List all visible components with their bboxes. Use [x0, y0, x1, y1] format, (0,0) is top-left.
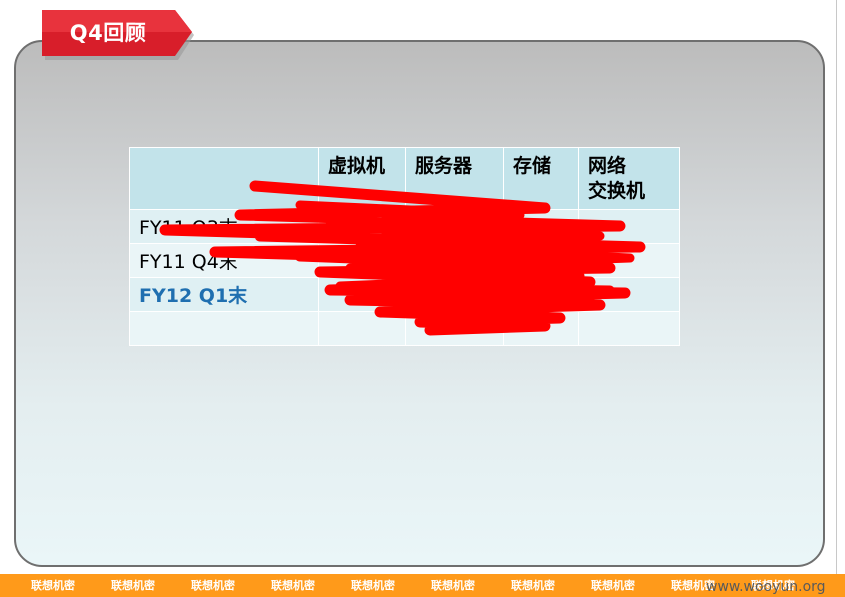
table-cell [578, 209, 680, 244]
table-header-storage: 存储 [503, 147, 579, 210]
table-cell [578, 277, 680, 312]
table-cell [318, 243, 406, 278]
footer-confidential-label: 联想机密 [111, 579, 155, 592]
footer-confidential-label: 联想机密 [31, 579, 75, 592]
row-label: FY11 Q3末 [129, 209, 319, 244]
footer-confidential-label: 联想机密 [351, 579, 395, 592]
table-cell [318, 311, 406, 346]
table-cell [318, 277, 406, 312]
table-header-row: 虚拟机 服务器 存储 网络 交换机 [129, 147, 680, 210]
slide-title-tab: Q4回顾 [42, 10, 194, 60]
table-cell [503, 243, 579, 278]
row-label: FY11 Q4末 [129, 243, 319, 278]
table-cell [405, 311, 504, 346]
footer-confidential-label: 联想机密 [511, 579, 555, 592]
window-edge [836, 0, 845, 574]
footer-confidential-label: 联想机密 [271, 579, 315, 592]
slide-title: Q4回顾 [69, 21, 147, 45]
footer-confidential-label: 联想机密 [191, 579, 235, 592]
table-cell [503, 311, 579, 346]
table-header-empty [129, 147, 319, 210]
table-header-server: 服务器 [405, 147, 504, 210]
table-cell [405, 277, 504, 312]
table-cell [503, 277, 579, 312]
row-label [129, 311, 319, 346]
table-row: FY12 Q1末 [129, 277, 680, 312]
row-label-current: FY12 Q1末 [129, 277, 319, 312]
footer-confidential-label: 联想机密 [431, 579, 475, 592]
table-cell [503, 209, 579, 244]
table-cell [578, 311, 680, 346]
table-cell [578, 243, 680, 278]
table-cell [405, 209, 504, 244]
table-cell [318, 209, 406, 244]
table-row: FY11 Q3末 [129, 209, 680, 244]
table-header-network-switch: 网络 交换机 [578, 147, 680, 210]
table-row [129, 311, 680, 346]
footer-confidential-label: 联想机密 [591, 579, 635, 592]
table-header-vm: 虚拟机 [318, 147, 406, 210]
watermark: www.wooyun.org [706, 579, 826, 595]
status-table: 虚拟机 服务器 存储 网络 交换机 FY11 Q3末 FY11 Q4末 FY12… [129, 147, 680, 346]
table-cell [405, 243, 504, 278]
table-row: FY11 Q4末 [129, 243, 680, 278]
